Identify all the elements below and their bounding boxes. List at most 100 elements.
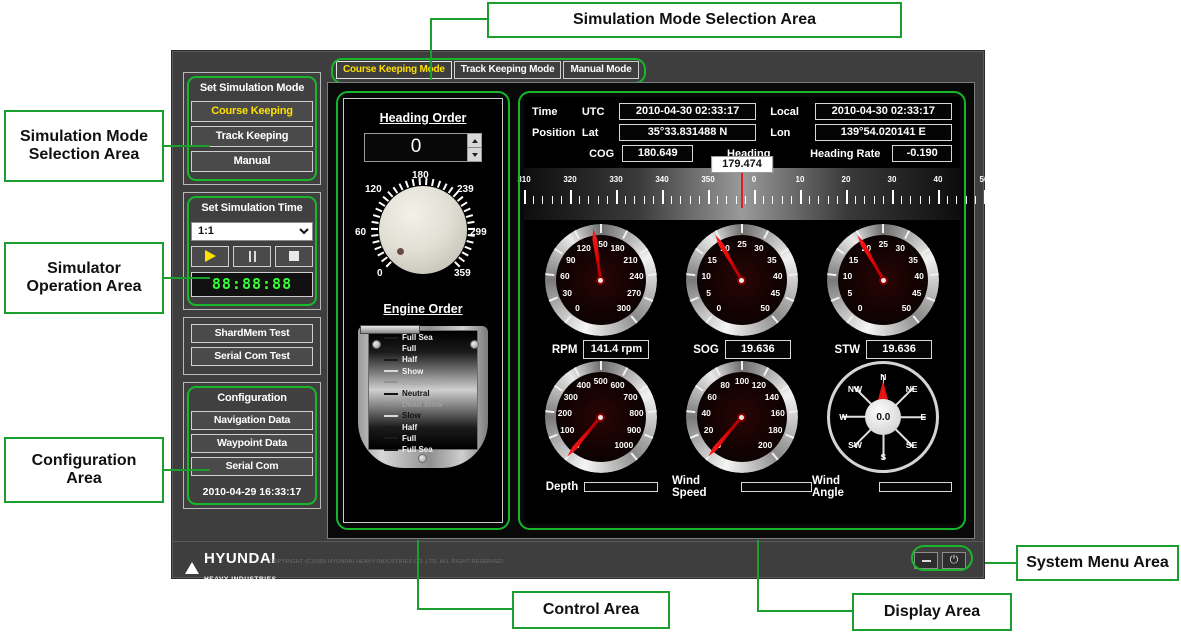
shardmem-test-button[interactable]: ShardMem Test [191,323,313,343]
gauge-tick-label: 100 [734,376,750,386]
heading-major-tick [708,190,710,204]
telegraph-step[interactable]: Full Sea [384,333,433,342]
tab-course-keeping-mode[interactable]: Course Keeping Mode [336,61,452,79]
telegraph-step-label: Show [402,366,424,376]
gauge-tick-label: 60 [707,391,717,402]
tab-manual-mode[interactable]: Manual Mode [563,61,639,79]
telegraph-step[interactable]: Show [384,367,423,376]
heading-tick-label: 0 [751,175,757,184]
heading-minor-tick [947,196,949,204]
heading-minor-tick [625,196,627,204]
gauge-tick-label: 90 [566,254,576,265]
mode-button-track-keeping[interactable]: Track Keeping [191,126,313,147]
heading-order-spinbox[interactable]: 0 [364,133,482,162]
minimize-button[interactable] [914,552,938,569]
leader-line [164,469,210,471]
telegraph-step-label: Half [402,355,418,365]
tab-track-keeping-mode[interactable]: Track Keeping Mode [453,61,562,79]
telegraph-step[interactable]: Full [384,344,416,353]
navigation-data-button[interactable]: Navigation Data [191,410,313,430]
serial-com-button[interactable]: Serial Com [191,456,313,476]
telegraph-step[interactable]: Full Sea [384,445,433,454]
heading-minor-tick [965,196,967,204]
logo-line2: HEAVY INDUSTRIES [204,576,277,583]
heading-minor-tick [652,196,654,204]
wind-speed-label: Wind Speed [672,475,707,499]
gauge-tick-label: 270 [626,288,642,299]
gauge-tick-label: 120 [751,380,766,391]
value-lon: 139°54.020141 E [814,124,952,141]
heading-minor-tick [542,196,544,204]
test-group: ShardMem Test Serial Com Test [183,316,321,375]
telegraph-step[interactable]: Dead Slow [384,378,442,387]
heading-major-tick [570,190,572,204]
telegraph-step[interactable]: Full [384,434,416,443]
gauge-tick-label: 40 [773,271,783,282]
engine-order-telegraph[interactable]: Full Sea Full Half Show Dead Slow Neutral Dead… [354,324,492,472]
gauge-tick-label: 600 [610,380,625,391]
gauge-tick-label: 100 [560,425,575,436]
annotation-simulation-mode-left: Simulation Mode Selection Area [4,110,164,182]
heading-major-tick [938,190,940,204]
heading-minor-tick [882,196,884,204]
heading-tick-label: 20 [841,175,851,184]
heading-tick-label: 320 [563,175,577,184]
heading-major-tick [616,190,618,204]
simulation-clock-display: 88:88:88 [191,271,313,297]
gauge-tick-label: 0 [857,302,863,313]
telegraph-step[interactable]: Neutral [384,389,430,398]
stw-gauge: 05101520253035404550 [827,224,940,336]
play-button[interactable] [191,245,229,267]
power-button[interactable]: ⏻ [942,552,966,569]
stepper-up-icon[interactable] [468,134,481,148]
telegraph-step[interactable]: Half [384,423,417,432]
hyundai-logo: HYUNDAI HEAVY INDUSTRIES [185,550,277,586]
heading-minor-tick [744,196,746,204]
heading-minor-tick [901,196,903,204]
heading-minor-tick [606,196,608,204]
gauge-tick-label: 15 [848,254,859,265]
knob-label-0: 0 [377,268,383,279]
gauge-tick-label: 200 [557,408,572,419]
heading-order-knob-wrap: 0 60 120 180 239 299 359 [353,170,493,288]
waypoint-data-button[interactable]: Waypoint Data [191,433,313,453]
heading-order-knob[interactable] [379,186,467,274]
heading-major-tick [754,190,756,204]
mode-button-manual[interactable]: Manual [191,151,313,172]
heading-order-title: Heading Order [379,111,467,125]
heading-minor-tick [827,196,829,204]
sog-caption: SOG 19.636 [671,340,812,359]
telegraph-step-dash [384,448,398,451]
heading-minor-tick [735,196,737,204]
application-body: Set Simulation Mode Course Keeping Track… [179,58,988,541]
heading-tick-label: 50 [979,175,989,184]
wind-speed-caption: Wind Speed [672,475,812,499]
heading-order-value[interactable]: 0 [365,134,467,161]
telegraph-step-dash [384,437,398,440]
leader-line [430,18,432,80]
heading-value-box: 179.474 [711,156,773,173]
annotation-label: Simulation Mode Selection Area [20,127,148,163]
gauge-tick-label: 0 [575,302,580,313]
annotation-configuration-area: Configuration Area [4,437,164,503]
info-row-position: Position Lat 35°33.831488 N Lon 139°54.0… [532,124,952,141]
telegraph-step[interactable]: Slow [384,411,421,420]
wind-angle-compass: N NE E SE S SW W NW 0.0 [827,361,940,473]
footer: HYUNDAI HEAVY INDUSTRIES COPYRIGHT (C)20… [173,541,983,583]
telegraph-step[interactable]: Half [384,355,417,364]
simulation-rate-select[interactable]: 1:1 [191,221,313,241]
pause-button[interactable] [233,245,271,267]
heading-minor-tick [763,196,765,204]
heading-tick-label: 330 [609,175,623,184]
leader-line [757,540,759,612]
heading-minor-tick [680,196,682,204]
stepper-down-icon[interactable] [468,148,481,161]
mode-button-course-keeping[interactable]: Course Keeping [191,101,313,122]
heading-order-stepper [467,134,481,161]
heading-minor-tick [588,196,590,204]
telegraph-step[interactable]: Dead Slow [384,400,442,409]
serial-com-test-button[interactable]: Serial Com Test [191,346,313,366]
compass-label: NE [905,383,918,394]
stop-button[interactable] [275,245,313,267]
transport-controls [191,245,313,267]
